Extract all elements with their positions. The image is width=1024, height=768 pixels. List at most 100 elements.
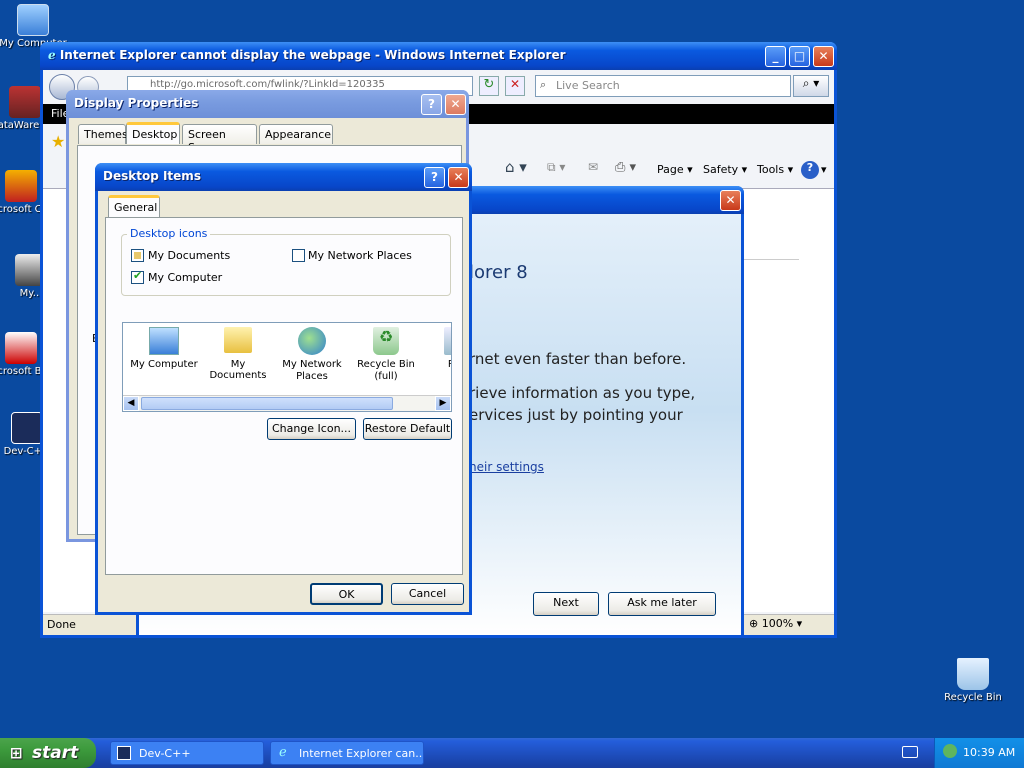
display-properties-titlebar[interactable]: Display Properties: [66, 90, 469, 118]
ie-title: Internet Explorer cannot display the web…: [59, 48, 566, 62]
search-button[interactable]: ⌕ ▾: [793, 75, 829, 97]
my-network-places-label: My Network Places: [308, 249, 412, 262]
start-label: start: [32, 743, 79, 763]
ok-button[interactable]: OK: [310, 583, 383, 605]
tab-general[interactable]: General: [108, 195, 160, 217]
icon-item-label: My Documents: [209, 359, 267, 381]
zoom-value: 100%: [761, 617, 794, 630]
feeds-icon[interactable]: ⧉ ▾: [547, 160, 565, 175]
taskbar-item-internet-explorer[interactable]: ℯ Internet Explorer can...: [270, 741, 424, 765]
icon-item-my-documents[interactable]: My Documents: [201, 327, 275, 381]
display-close-button[interactable]: ✕: [445, 94, 466, 115]
page-menu[interactable]: Page ▾: [657, 163, 693, 176]
desktop-icon-label: Recycle Bin: [944, 692, 1002, 703]
ie8-dialog-close-button[interactable]: ✕: [720, 190, 741, 211]
scroll-left-button[interactable]: ◀: [123, 396, 139, 411]
my-computer-label: My Computer: [148, 271, 223, 284]
taskbar-item-label: Dev-C++: [139, 747, 191, 760]
tools-menu-label: Tools: [757, 163, 785, 176]
help-icon[interactable]: ?: [801, 161, 819, 179]
icon-item-my-network-places[interactable]: My Network Places: [275, 327, 349, 383]
recycle-bin-full-icon: ♻: [373, 327, 399, 355]
ie-logo-icon: ℯ: [279, 745, 287, 760]
zoom-control[interactable]: ⊕ 100% ▾: [749, 617, 802, 630]
ie8-line-2: rieve information as you type,: [469, 384, 696, 402]
keyboard-icon[interactable]: [902, 746, 918, 758]
restore-default-button[interactable]: Restore Default: [363, 418, 452, 440]
mail-icon[interactable]: ✉: [588, 160, 598, 174]
tab-themes[interactable]: Themes: [78, 124, 128, 144]
dev-cpp-icon: [117, 746, 131, 760]
display-properties-title: Display Properties: [74, 96, 199, 110]
icon-item-my-computer[interactable]: My Computer: [127, 327, 201, 370]
system-tray: 10:39 AM: [934, 738, 1024, 768]
stop-icon[interactable]: ✕: [505, 76, 525, 96]
desktop-items-help-button[interactable]: ?: [424, 167, 445, 188]
windows-logo-icon: ⊞: [10, 744, 23, 762]
icon-item-recycle-bin-full[interactable]: ♻ Recycle Bin (full): [349, 327, 423, 383]
desktop-items-title: Desktop Items: [103, 169, 201, 183]
tab-desktop[interactable]: Desktop: [126, 122, 180, 144]
icon-item-partial[interactable]: Rec: [427, 327, 451, 370]
tab-appearance[interactable]: Appearance: [259, 124, 333, 144]
network-globe-icon: [298, 327, 326, 355]
search-input[interactable]: ⌕ Live Search: [535, 75, 791, 97]
clock[interactable]: 10:39 AM: [963, 746, 1015, 759]
search-placeholder: Live Search: [556, 79, 620, 92]
folder-icon: [224, 327, 252, 353]
address-text: http://go.microsoft.com/fwlink/?LinkId=1…: [150, 79, 385, 90]
desktop-items-dialog[interactable]: Desktop Items ? ✕ General Desktop icons …: [95, 163, 472, 615]
computer-icon: [149, 327, 179, 355]
shortcut-icon: [5, 170, 37, 202]
ie-logo-icon: ℯ: [48, 48, 60, 62]
cancel-button[interactable]: Cancel: [391, 583, 464, 605]
desktop-items-close-button[interactable]: ✕: [448, 167, 469, 188]
ie-titlebar[interactable]: ℯ Internet Explorer cannot display the w…: [40, 42, 837, 70]
refresh-icon[interactable]: ↻: [479, 76, 499, 96]
page-menu-label: Page: [657, 163, 684, 176]
tab-screen-saver[interactable]: Screen Saver: [182, 124, 257, 154]
desktop-items-titlebar[interactable]: Desktop Items: [95, 163, 472, 191]
my-network-places-checkbox[interactable]: [292, 249, 305, 262]
icon-list[interactable]: My Computer My Documents My Network Plac…: [122, 322, 452, 412]
maximize-button[interactable]: □: [789, 46, 810, 67]
my-computer-checkbox[interactable]: [131, 269, 144, 284]
ie8-settings-link[interactable]: heir settings: [469, 460, 544, 474]
scroll-thumb[interactable]: [141, 397, 393, 410]
icon-item-label: My Network Places: [282, 359, 342, 382]
close-button[interactable]: ✕: [813, 46, 834, 67]
recycle-bin-icon: [444, 327, 451, 355]
safety-menu[interactable]: Safety ▾: [703, 163, 747, 176]
taskbar: ⊞ start Dev-C++ ℯ Internet Explorer can.…: [0, 738, 1024, 768]
recycle-bin-icon: [957, 658, 989, 690]
scroll-right-button[interactable]: ▶: [435, 396, 451, 411]
icon-item-label: My Computer: [130, 359, 198, 370]
icon-item-label: Recycle Bin (full): [357, 359, 415, 382]
general-tab-panel: Desktop icons My Documents My Network Pl…: [105, 217, 463, 575]
change-icon-button[interactable]: Change Icon...: [267, 418, 356, 440]
safety-menu-label: Safety: [703, 163, 739, 176]
display-help-button[interactable]: ?: [421, 94, 442, 115]
next-button[interactable]: Next: [533, 592, 599, 616]
desktop-icon-recycle-bin[interactable]: Recycle Bin: [938, 658, 1008, 704]
shortcut-icon: [5, 332, 37, 364]
ie8-line-1: rnet even faster than before.: [469, 350, 687, 368]
print-icon[interactable]: ⎙ ▾: [615, 160, 636, 175]
dev-cpp-icon: [11, 412, 43, 444]
display-tabs: Themes Desktop Screen Saver Appearance: [78, 122, 458, 154]
minimize-button[interactable]: _: [765, 46, 786, 67]
taskbar-item-dev-cpp[interactable]: Dev-C++: [110, 741, 264, 765]
tools-menu[interactable]: Tools ▾: [757, 163, 793, 176]
help-dropdown-arrow[interactable]: ▾: [821, 163, 827, 176]
my-documents-checkbox[interactable]: [131, 249, 144, 262]
favorites-icon[interactable]: ★: [51, 132, 65, 151]
horizontal-scrollbar[interactable]: ◀ ▶: [123, 395, 451, 411]
computer-icon: [17, 4, 49, 36]
shortcut-icon: [9, 86, 41, 118]
my-documents-label: My Documents: [148, 249, 231, 262]
home-icon[interactable]: ⌂ ▾: [505, 158, 527, 176]
ask-me-later-button[interactable]: Ask me later: [608, 592, 716, 616]
start-button[interactable]: ⊞ start: [0, 738, 96, 768]
taskbar-item-label: Internet Explorer can...: [299, 747, 424, 760]
network-tray-icon[interactable]: [943, 744, 957, 758]
